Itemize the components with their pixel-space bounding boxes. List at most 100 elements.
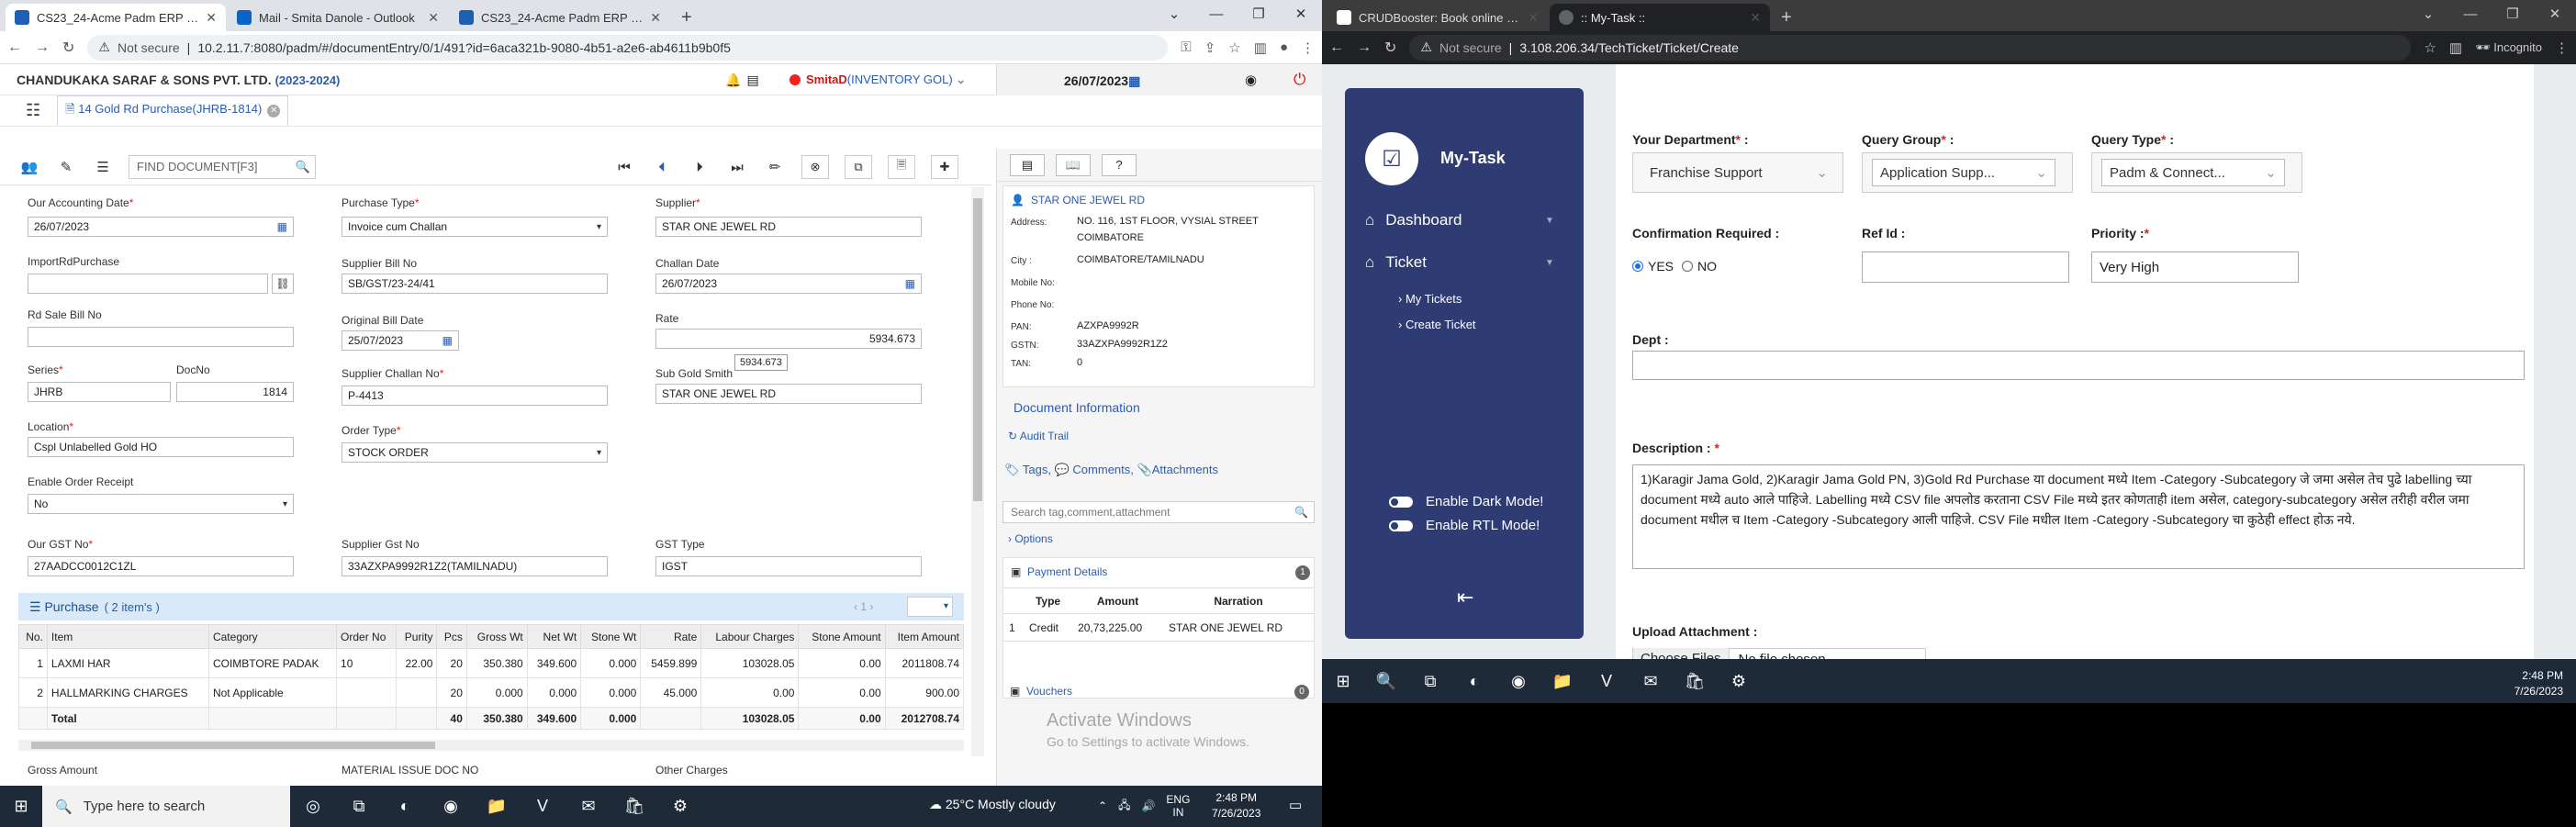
side-panel-icon[interactable]: ▥ [2449, 39, 2462, 56]
weather-widget[interactable]: ☁ 25°C Mostly cloudy [929, 797, 1056, 812]
column-header[interactable]: Item [46, 624, 209, 649]
close-document-icon[interactable]: ✕ [267, 105, 281, 117]
browser-tab-outlook[interactable]: Mail - Smita Danole - Outlook ✕ [228, 4, 448, 31]
supplier-gst-field[interactable]: 33AZXPA9992R1Z2(TAMILNADU) [342, 556, 608, 576]
minimize-icon[interactable]: — [2449, 0, 2492, 28]
tags-link[interactable]: Tags, [1023, 463, 1051, 476]
bookmark-star-icon[interactable]: ☆ [2424, 39, 2436, 56]
help-icon[interactable]: ? [1102, 153, 1137, 176]
network-app-icon[interactable]: ⚙ [1717, 672, 1761, 691]
share-icon[interactable]: ⇪ [1204, 39, 1216, 56]
delete-icon[interactable]: ⊗ [801, 155, 829, 179]
taskbar-clock[interactable]: 2:48 PM 7/26/2023 [2514, 668, 2563, 699]
next-record-icon[interactable]: ⏵ [689, 156, 711, 178]
edit-icon[interactable]: ✎ [55, 156, 77, 178]
enable-order-select[interactable]: No ▾ [28, 494, 294, 514]
payment-details-link[interactable]: ▣ Payment Details [1011, 565, 1107, 578]
address-bar[interactable]: ⚠ Not secure | 10.2.11.7:8080/padm/#/doc… [87, 34, 1169, 61]
side-panel-icon[interactable]: ▥ [1254, 39, 1267, 56]
back-icon[interactable]: ← [1329, 39, 1344, 56]
print-icon[interactable]: 🗏 [888, 155, 915, 179]
column-header[interactable]: Rate [640, 624, 702, 649]
task-view-icon[interactable]: ⧉ [1408, 672, 1452, 691]
sidebar-item-my-tickets[interactable]: › My Tickets [1398, 292, 1462, 306]
calendar-icon[interactable]: ▦ [442, 334, 453, 347]
file-explorer-icon[interactable]: 📁 [474, 797, 520, 816]
order-type-select[interactable]: STOCK ORDER ▾ [342, 442, 608, 463]
taskbar-search[interactable]: 🔍 Type here to search [42, 786, 290, 827]
close-window-icon[interactable]: ✕ [1280, 0, 1322, 28]
task-view-icon[interactable]: ⧉ [336, 797, 382, 816]
query-group-select[interactable]: Application Supp... ⌄ [1872, 159, 2055, 186]
page-size-select[interactable]: ▾ [907, 597, 953, 617]
accounting-date-field[interactable]: 26/07/2023 ▦ [28, 217, 294, 237]
power-icon[interactable]: ⏻ [1294, 71, 1305, 89]
new-tab-button[interactable]: + [672, 4, 701, 31]
close-tab-icon[interactable]: ✕ [206, 10, 217, 26]
purchase-type-select[interactable]: Invoice cum Challan ▾ [342, 217, 608, 237]
volume-icon[interactable]: 🔊 [1141, 799, 1155, 812]
find-document-input[interactable]: FIND DOCUMENT[F3] 🔍 [129, 154, 316, 179]
tag-search-input[interactable]: Search tag,comment,attachment 🔍 [1002, 501, 1315, 523]
file-upload-input[interactable]: Choose Files No file chosen [1632, 648, 1926, 659]
document-tab[interactable]: 🗎 14 Gold Rd Purchase(JHRB-1814) ✕ [57, 95, 289, 126]
column-header[interactable]: Stone Wt [580, 624, 642, 649]
mail-icon[interactable]: ✉ [566, 797, 611, 816]
import-field[interactable] [28, 274, 268, 294]
ref-id-input[interactable] [1862, 251, 2069, 283]
column-header[interactable]: Stone Amount [798, 624, 886, 649]
browser-tab-erp-1[interactable]: CS23_24-Acme Padm ERP Platfo ✕ [6, 4, 226, 31]
language-indicator[interactable]: ENG IN [1166, 793, 1190, 819]
pager[interactable]: ‹ 1 › [854, 600, 873, 613]
gst-type-field[interactable]: IGST [655, 556, 922, 576]
column-header[interactable]: Gross Wt [465, 624, 528, 649]
chevron-up-icon[interactable]: ⌃ [1098, 799, 1107, 812]
taskbar-clock[interactable]: 2:48 PM 7/26/2023 [1212, 790, 1260, 821]
previous-record-icon[interactable]: ⏴ [651, 156, 673, 178]
bookmark-star-icon[interactable]: ☆ [1228, 39, 1240, 56]
link-icon[interactable]: ⛓ [272, 274, 294, 294]
close-tab-icon[interactable]: ✕ [428, 10, 439, 26]
restore-icon[interactable]: ❐ [2492, 0, 2534, 28]
reload-icon[interactable]: ↻ [62, 39, 74, 57]
payment-row[interactable]: 1 Credit 20,73,225.00 STAR ONE JEWEL RD [1003, 613, 1314, 642]
docno-field[interactable]: 1814 [176, 382, 294, 402]
supplier-bill-field[interactable]: SB/GST/23-24/41 [342, 274, 608, 294]
network-app-icon[interactable]: ⚙ [657, 797, 703, 816]
new-tab-button[interactable]: + [1772, 4, 1801, 31]
chrome-icon[interactable]: ◉ [428, 797, 474, 816]
first-record-icon[interactable]: ⏮ [613, 156, 635, 178]
column-header[interactable]: No. [18, 624, 48, 649]
close-tab-icon[interactable]: ✕ [1750, 10, 1761, 26]
reload-icon[interactable]: ↻ [1384, 39, 1396, 57]
scrollbar-thumb[interactable] [31, 742, 435, 749]
challan-date-field[interactable]: 26/07/2023 ▦ [655, 274, 922, 294]
chrome-icon[interactable]: ◉ [1496, 672, 1540, 691]
collapse-sidebar-icon[interactable]: ⇤ [1457, 586, 1473, 609]
windows-start-icon[interactable]: ⊞ [1322, 672, 1364, 691]
user-menu[interactable]: SmitaD(INVENTORY GOL) ⌄ [790, 73, 966, 87]
pencil-icon[interactable]: ✏ [764, 156, 786, 178]
department-select[interactable]: Franchise Support ⌄ [1642, 159, 1835, 186]
rtl-mode-toggle[interactable]: Enable RTL Mode! [1389, 518, 1540, 533]
app-v-icon[interactable]: V [520, 797, 566, 816]
priority-input[interactable]: Very High [2091, 251, 2299, 283]
store-icon[interactable]: 🛍 [1673, 672, 1717, 691]
incognito-indicator[interactable]: 🕶 Incognito [2475, 40, 2542, 55]
table-view-icon[interactable]: ▤ [1010, 153, 1045, 176]
table-row[interactable]: 1 LAXMI HAR COIMBTORE PADAK 10 22.00 20 350.38… [18, 648, 965, 678]
bell-icon[interactable]: 🔔 [725, 73, 741, 88]
calendar-icon[interactable]: ▦ [905, 277, 915, 290]
minimize-icon[interactable]: — [1195, 0, 1238, 28]
comments-link[interactable]: Comments, [1072, 463, 1133, 476]
sidebar-item-ticket[interactable]: ⌂ Ticket ▼ [1365, 253, 1554, 272]
key-icon[interactable]: ⚿ [1181, 39, 1191, 55]
column-header[interactable]: Pcs [436, 624, 467, 649]
close-tab-icon[interactable]: ✕ [650, 10, 661, 26]
add-icon[interactable]: ✚ [931, 155, 958, 179]
column-header[interactable]: Purity [396, 624, 438, 649]
work-date[interactable]: 26/07/2023▦ [1064, 73, 1140, 89]
book-icon[interactable]: 📖 [1056, 153, 1091, 176]
choose-files-button[interactable]: Choose Files [1633, 648, 1730, 659]
column-header[interactable]: Labour Charges [700, 624, 800, 649]
